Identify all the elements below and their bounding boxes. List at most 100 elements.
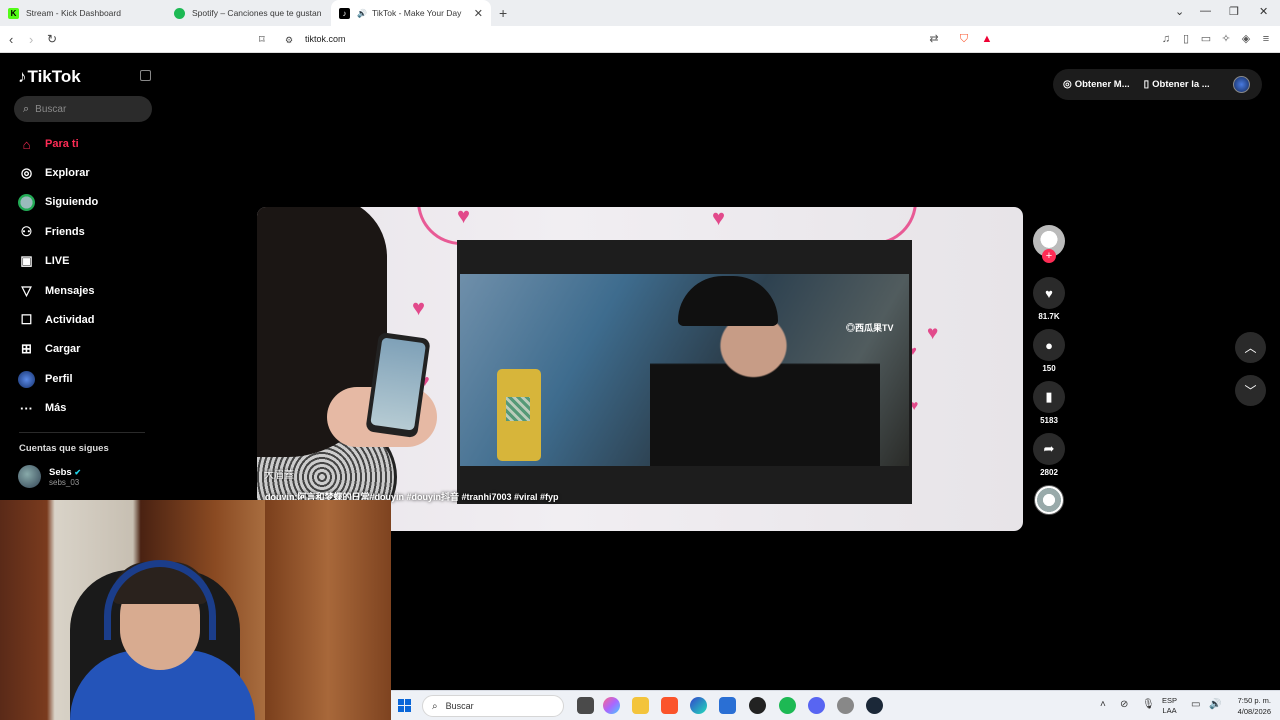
logo-text: TikTok [27, 67, 81, 86]
tab-label: Spotify – Canciones que te gustan [192, 8, 322, 18]
sidebar-item-cargar[interactable]: ⊞ Cargar [18, 339, 80, 359]
sidebar-item-mas[interactable]: ··· Más [18, 398, 66, 418]
verified-badge-icon: ✔ [74, 467, 82, 477]
vpn-icon[interactable]: ◈ [1240, 33, 1252, 45]
forward-icon[interactable]: › [29, 32, 33, 47]
copilot-icon[interactable] [603, 697, 620, 714]
following-section-title: Cuentas que sigues [19, 443, 109, 454]
spotify-icon[interactable] [779, 697, 796, 714]
home-icon: ⌂ [22, 136, 31, 152]
brave-shield-icon[interactable]: ⛉ [958, 33, 970, 45]
divider [19, 432, 145, 433]
get-coins-button[interactable]: ◎ Obtener M... [1063, 79, 1130, 90]
following-account[interactable]: Sebs ✔ sebs_03 [18, 465, 81, 488]
windows-start-icon[interactable] [398, 699, 411, 712]
time: 7:50 p. m. [1237, 696, 1271, 705]
language-indicator[interactable]: ESP LAA [1162, 696, 1177, 716]
microphone-icon[interactable]: 🎙 [1142, 699, 1155, 710]
tab-list-icon[interactable]: ⌄ [1175, 5, 1184, 18]
store-icon[interactable] [719, 697, 736, 714]
reload-icon[interactable]: ↻ [47, 32, 57, 46]
search-icon: ⌕ [432, 700, 438, 712]
bookmark-icon[interactable]: ⌑ [259, 33, 265, 46]
task-view-icon[interactable] [577, 697, 594, 714]
menu-icon[interactable]: ≡ [1260, 33, 1272, 45]
music-disc-icon [1034, 485, 1064, 515]
browser-tab-strip: K Stream - Kick Dashboard Spotify – Canc… [0, 0, 1280, 26]
search-box[interactable]: ⌕ [14, 96, 152, 122]
brave-rewards-icon[interactable]: ▲ [981, 33, 993, 45]
girl [257, 207, 437, 531]
share-arrow-icon: ➦ [1033, 433, 1065, 465]
restore-icon[interactable]: ❐ [1229, 5, 1239, 18]
close-tab-icon[interactable]: ✕ [474, 7, 483, 20]
back-icon[interactable]: ‹ [9, 32, 13, 47]
taskbar-search[interactable]: ⌕ Buscar [422, 695, 564, 717]
comment-count: 150 [1042, 364, 1056, 373]
sidebar-item-label: Perfil [45, 373, 73, 385]
tab-kick[interactable]: K Stream - Kick Dashboard [0, 0, 165, 26]
display-icon[interactable]: ▭ [1191, 699, 1200, 710]
chevron-up-icon[interactable]: ˄ [1100, 699, 1106, 710]
send-icon: ▽ [21, 283, 32, 298]
address-bar[interactable]: tiktok.com [305, 34, 346, 44]
sidebar-item-friends[interactable]: ⚇ Friends [18, 222, 85, 242]
edge-icon[interactable] [690, 697, 707, 714]
follow-plus-icon[interactable]: + [1042, 249, 1056, 263]
brave-icon[interactable] [661, 697, 678, 714]
sidebar-item-perfil[interactable]: Perfil [18, 369, 73, 389]
sidebar-item-para-ti[interactable]: ⌂ Para ti [18, 134, 79, 154]
sidebar-item-mensajes[interactable]: ▽ Mensajes [18, 281, 95, 301]
creator-avatar[interactable]: + [1032, 225, 1066, 263]
sidebar-item-label: Friends [45, 226, 85, 238]
like-button[interactable]: ♥ 81.7K [1032, 277, 1066, 321]
discord-icon[interactable] [808, 697, 825, 714]
save-button[interactable]: ▮ 5183 [1032, 381, 1066, 425]
settings-icon[interactable] [837, 697, 854, 714]
door [265, 500, 391, 720]
steam-icon[interactable] [866, 697, 883, 714]
obs-icon[interactable] [749, 697, 766, 714]
ai-icon[interactable]: ✧ [1220, 33, 1232, 45]
sidebar-item-label: Actividad [45, 314, 95, 326]
qr-code [497, 369, 541, 461]
share-button[interactable]: ➦ 2802 [1032, 433, 1066, 477]
video-author[interactable]: 大眉蓋 [264, 466, 294, 481]
network-icon[interactable]: ⊘ [1120, 699, 1128, 710]
clock[interactable]: 7:50 p. m. 4/08/2026 [1227, 695, 1271, 717]
site-info-icon[interactable]: ⚙ [285, 35, 293, 46]
user-avatar[interactable] [1233, 76, 1250, 93]
sidebar-item-siguiendo[interactable]: Siguiendo [18, 192, 98, 212]
activity-icon: ☐ [20, 312, 33, 327]
tab-tiktok[interactable]: ♪ 🔊 TikTok - Make Your Day ✕ [331, 0, 491, 26]
date: 4/08/2026 [1237, 707, 1271, 716]
get-app-button[interactable]: ▯ Obtener la ... [1144, 79, 1210, 90]
next-video-button[interactable]: ﹀ [1235, 375, 1266, 406]
minimize-icon[interactable]: — [1200, 5, 1211, 17]
new-tab-icon[interactable]: + [499, 5, 507, 21]
window-close-icon[interactable]: ✕ [1259, 5, 1268, 18]
tiktok-logo[interactable]: ♪ TikTok [18, 67, 81, 87]
phone-icon: ▯ [1143, 79, 1150, 90]
music-disc[interactable] [1032, 485, 1066, 515]
tab-spotify[interactable]: Spotify – Canciones que te gustan [166, 0, 331, 26]
comment-button[interactable]: ● 150 [1032, 329, 1066, 373]
heart-decor-icon: ♥ [927, 323, 939, 344]
video-player[interactable]: ♥ ♥ ♥ ♥ ♥ ♥ ♥ ◎西瓜果TV 大眉蓋 douyin:阿言和梦蝶的日常… [257, 207, 1023, 531]
tv-screen: ◎西瓜果TV [457, 240, 912, 504]
volume-icon[interactable]: 🔊 [1209, 699, 1221, 710]
previous-video-button[interactable]: ︿ [1235, 332, 1266, 363]
get-coins-label: Obtener M... [1074, 79, 1130, 90]
media-icon[interactable]: ♫ [1160, 33, 1172, 45]
search-input[interactable] [35, 103, 136, 115]
sidebar-item-live[interactable]: ▣ LIVE [18, 251, 69, 271]
sidebar-item-actividad[interactable]: ☐ Actividad [18, 310, 95, 330]
sidebar-toggle-icon[interactable]: ▯ [1180, 33, 1192, 45]
profile-icon [18, 370, 35, 388]
file-explorer-icon[interactable] [632, 697, 649, 714]
sidebar-item-explorar[interactable]: ◎ Explorar [18, 163, 90, 183]
translate-icon[interactable]: ⇄ [928, 33, 940, 45]
tv-watermark: ◎西瓜果TV [846, 323, 894, 333]
wallet-icon[interactable]: ▭ [1200, 33, 1212, 45]
collapse-sidebar-icon[interactable] [140, 70, 151, 81]
